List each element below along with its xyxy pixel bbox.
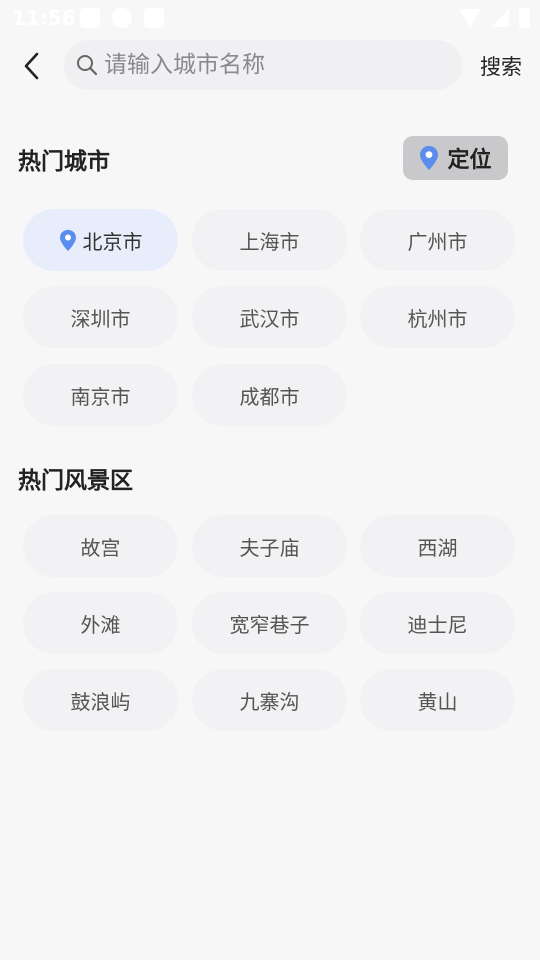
scenic-chip-jiuzhaigou[interactable]: 九寨沟 bbox=[192, 669, 347, 731]
city-chip-shanghai[interactable]: 上海市 bbox=[192, 209, 347, 271]
status-bar: 11:56 bbox=[0, 0, 540, 36]
scenic-chip-label: 夫子庙 bbox=[239, 535, 300, 560]
city-chip-guangzhou[interactable]: 广州市 bbox=[360, 209, 515, 271]
signal-icon bbox=[491, 9, 509, 27]
city-chip-label: 广州市 bbox=[407, 229, 468, 254]
scenic-chip-gulangyu[interactable]: 鼓浪屿 bbox=[23, 669, 178, 731]
status-time: 11:56 bbox=[12, 6, 76, 30]
search-input[interactable] bbox=[104, 52, 444, 78]
chevron-left-icon bbox=[24, 52, 39, 80]
notification-icons bbox=[80, 8, 164, 28]
app-notification-icon bbox=[112, 8, 132, 28]
battery-icon bbox=[519, 8, 530, 28]
city-chip-label: 深圳市 bbox=[70, 306, 131, 331]
location-pin-icon bbox=[59, 229, 77, 252]
scenic-chip-label: 九寨沟 bbox=[239, 689, 300, 714]
scenic-chip-label: 西湖 bbox=[417, 535, 458, 560]
scenic-chip-label: 故宫 bbox=[80, 535, 121, 560]
hot-cities-title: 热门城市 bbox=[18, 149, 110, 175]
city-chip-shenzhen[interactable]: 深圳市 bbox=[23, 286, 178, 348]
scenic-chip-label: 外滩 bbox=[80, 612, 121, 637]
city-chip-label: 杭州市 bbox=[407, 306, 468, 331]
hot-scenic-title: 热门风景区 bbox=[18, 468, 133, 494]
city-chip-wuhan[interactable]: 武汉市 bbox=[192, 286, 347, 348]
back-button[interactable] bbox=[10, 46, 54, 86]
city-chip-label: 北京市 bbox=[82, 229, 143, 254]
scenic-chip-label: 宽窄巷子 bbox=[229, 612, 310, 637]
scenic-chip-disney[interactable]: 迪士尼 bbox=[360, 592, 515, 654]
locate-label: 定位 bbox=[447, 148, 492, 173]
scenic-chip-waitan[interactable]: 外滩 bbox=[23, 592, 178, 654]
scenic-chip-label: 黄山 bbox=[417, 689, 458, 714]
city-chip-beijing[interactable]: 北京市 bbox=[23, 209, 178, 271]
city-chip-label: 南京市 bbox=[70, 384, 131, 409]
city-chip-label: 成都市 bbox=[239, 384, 300, 409]
scenic-chip-label: 鼓浪屿 bbox=[70, 689, 131, 714]
search-button[interactable]: 搜索 bbox=[472, 48, 530, 84]
city-chip-hangzhou[interactable]: 杭州市 bbox=[360, 286, 515, 348]
scenic-chip-huangshan[interactable]: 黄山 bbox=[360, 669, 515, 731]
location-pin-icon bbox=[420, 146, 439, 170]
image-notification-icon bbox=[80, 8, 100, 28]
system-icons bbox=[459, 8, 530, 28]
search-icon bbox=[77, 55, 98, 76]
scenic-chip-xihu[interactable]: 西湖 bbox=[360, 515, 515, 577]
scenic-chip-label: 迪士尼 bbox=[407, 612, 468, 637]
locate-button[interactable]: 定位 bbox=[403, 136, 508, 180]
search-box[interactable] bbox=[64, 40, 462, 90]
scenic-chip-kuanzhai[interactable]: 宽窄巷子 bbox=[192, 592, 347, 654]
city-chip-label: 武汉市 bbox=[239, 306, 300, 331]
city-chip-chengdu[interactable]: 成都市 bbox=[192, 364, 347, 426]
city-chip-nanjing[interactable]: 南京市 bbox=[23, 364, 178, 426]
scenic-chip-fuzimiao[interactable]: 夫子庙 bbox=[192, 515, 347, 577]
search-header: 搜索 bbox=[0, 36, 540, 96]
city-chip-label: 上海市 bbox=[239, 229, 300, 254]
scenic-chip-gugong[interactable]: 故宫 bbox=[23, 515, 178, 577]
wifi-icon bbox=[459, 9, 481, 27]
download-notification-icon bbox=[144, 8, 164, 28]
